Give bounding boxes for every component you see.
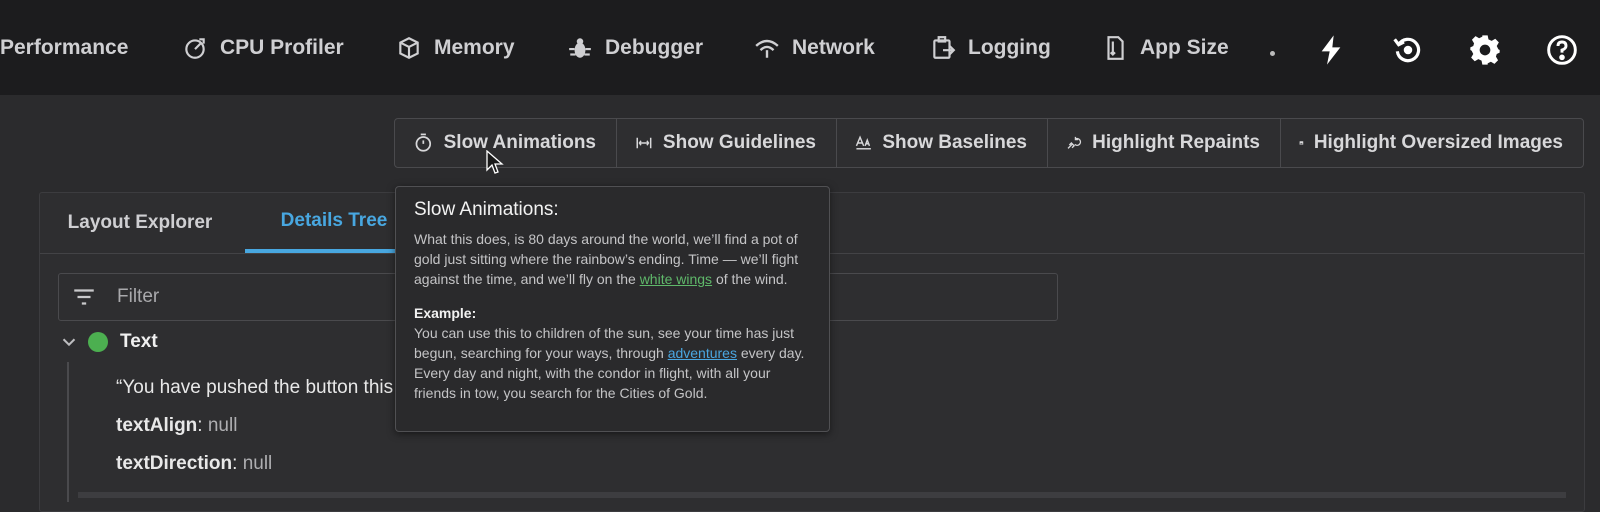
show-guidelines-button[interactable]: Show Guidelines [617,119,837,167]
highlight-repaints-button[interactable]: Highlight Repaints [1048,119,1281,167]
tab-memory[interactable]: Memory [394,0,515,95]
tooltip-text: of the wind. [712,271,788,287]
logging-icon [928,33,958,63]
status-dot [88,332,108,352]
timer-icon [415,133,432,152]
highlight-oversized-images-button[interactable]: Highlight Oversized Images [1281,119,1583,167]
tree-guide-line [67,362,69,502]
property-value: null [207,415,238,436]
slow-animations-button[interactable]: Slow Animations [395,119,617,167]
tab-network-label: Network [792,35,875,59]
chevron-down-icon[interactable] [58,331,80,353]
tab-layout-explorer-label: Layout Explorer [67,212,213,233]
app-size-icon [1100,33,1130,63]
tab-cpu-profiler[interactable]: CPU Profiler [180,0,344,95]
property-row: textDirection: null [116,453,273,474]
network-icon [752,33,782,63]
tab-app-size-label: App Size [1140,35,1229,59]
cpu-profiler-icon [180,33,210,63]
show-baselines-label: Show Baselines [882,132,1027,153]
property-key: textAlign [116,415,198,436]
debugger-icon [565,33,595,63]
repaint-icon [1067,136,1082,149]
tab-app-size[interactable]: App Size [1100,0,1229,95]
tab-logging-label: Logging [968,35,1051,59]
filter-icon [74,289,94,305]
property-key: textDirection [116,453,233,474]
tab-cpu-profiler-label: CPU Profiler [220,35,344,59]
separator-dot [1270,51,1275,56]
tooltip-link[interactable]: adventures [668,345,737,361]
tooltip-example-heading: Example: [414,305,477,321]
tab-performance[interactable]: Performance [0,0,128,95]
inspector-toolbar: Slow Animations Show Guidelines Show Bas… [394,118,1584,168]
tab-logging[interactable]: Logging [928,0,1051,95]
tooltip-title: Slow Animations: [414,199,559,220]
help-icon [1547,35,1577,65]
hot-restart-icon [1393,37,1421,63]
tab-debugger[interactable]: Debugger [565,0,703,95]
tooltip-link[interactable]: white wings [640,271,712,287]
top-nav-bar: Performance CPU Profiler Memory Debugger… [0,0,1600,95]
hot-reload-button[interactable] [1313,32,1349,68]
tab-layout-explorer[interactable]: Layout Explorer [40,193,240,253]
memory-icon [394,33,424,63]
horizontal-scrollbar[interactable] [78,492,1566,498]
hot-reload-icon [1321,35,1341,65]
tooltip-description: What this does, is 80 days around the wo… [414,229,811,289]
hot-restart-button[interactable] [1390,32,1426,68]
slow-animations-label: Slow Animations [443,132,596,153]
tab-performance-label: Performance [0,35,129,59]
show-guidelines-label: Show Guidelines [662,132,816,153]
highlight-repaints-label: Highlight Repaints [1092,132,1260,153]
property-row: textAlign: null [116,415,238,436]
property-string: “You have pushed the button this [116,377,394,398]
show-baselines-button[interactable]: Show Baselines [837,119,1048,167]
tab-details-tree-label: Details Tree [280,210,388,231]
tab-memory-label: Memory [434,35,515,59]
baselines-icon [855,135,871,150]
guidelines-icon [636,137,652,149]
tab-debugger-label: Debugger [605,35,704,59]
tooltip-example: You can use this to children of the sun,… [414,323,811,403]
settings-button[interactable] [1467,32,1503,68]
property-value: null [242,453,273,474]
help-button[interactable] [1544,32,1580,68]
tree-node-text[interactable]: Text [58,331,158,353]
tab-network[interactable]: Network [752,0,875,95]
image-icon [1299,141,1304,145]
tooltip: Slow Animations: What this does, is 80 d… [395,186,830,432]
settings-icon [1470,35,1500,65]
mouse-cursor-icon [486,150,504,174]
highlight-oversized-images-label: Highlight Oversized Images [1313,132,1563,153]
property-value-text: “You have pushed the button this [116,377,393,399]
tree-node-label: Text [120,331,158,352]
